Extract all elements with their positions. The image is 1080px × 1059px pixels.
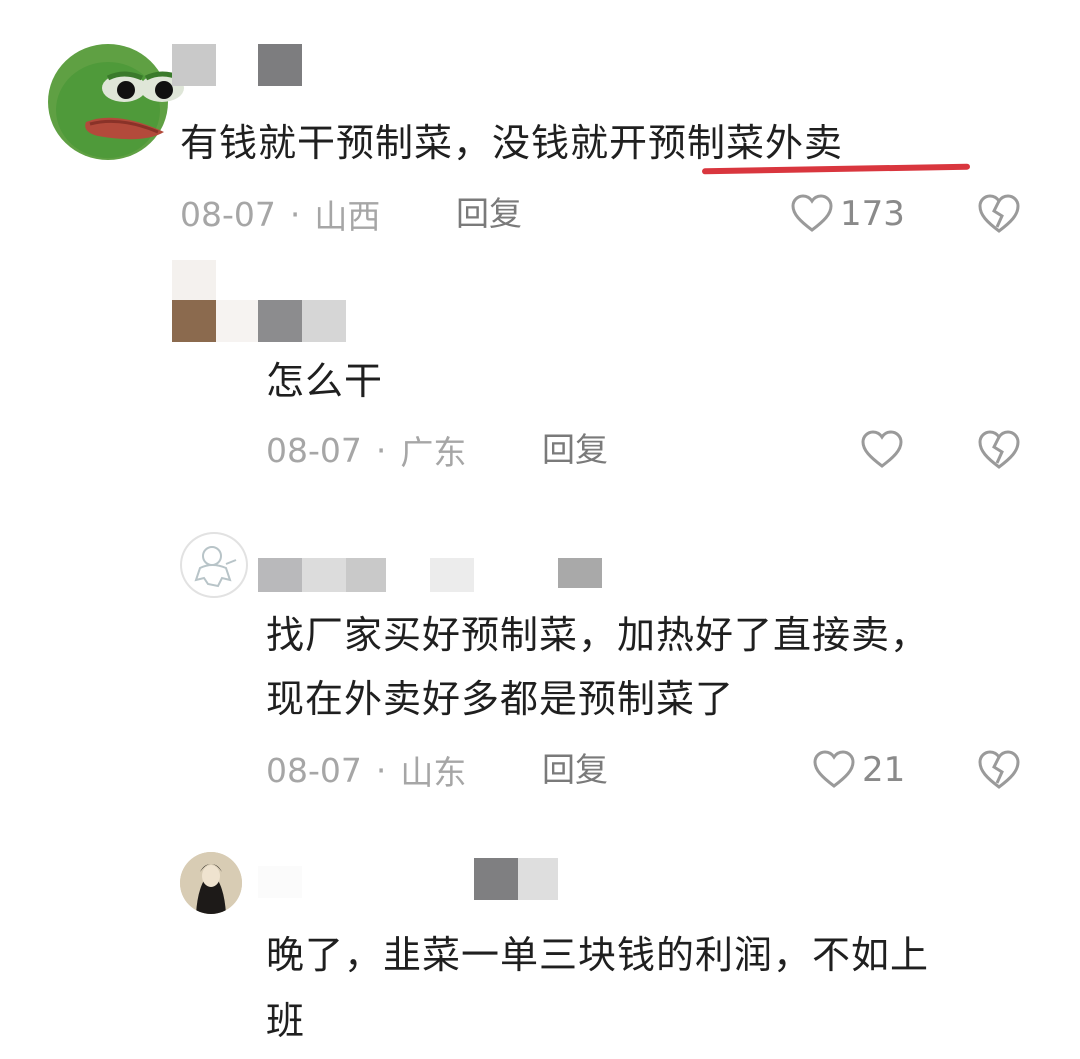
username-redacted (474, 858, 518, 900)
reply-button[interactable]: 回复 (456, 192, 522, 236)
comment-text-line: 晚了，韭菜一单三块钱的利润，不如上 (266, 933, 930, 977)
avatar-redacted[interactable] (172, 260, 216, 300)
dislike-button[interactable] (976, 750, 1022, 794)
avatar-redacted (172, 300, 216, 342)
avatar-portrait[interactable] (180, 852, 242, 914)
heart-outline-icon (791, 194, 833, 232)
comment-text-line: 现在外卖好多都是预制菜了 (266, 677, 735, 721)
separator: · (289, 194, 301, 234)
comment-date: 08-07 (180, 194, 276, 234)
comment-location: 山东 (400, 753, 467, 792)
avatar-sketch[interactable] (180, 532, 248, 598)
dislike-button[interactable] (976, 194, 1022, 238)
like-count: 21 (862, 750, 906, 790)
comment-meta: 08-07 · 广东 (266, 428, 467, 473)
broken-heart-icon (978, 430, 1020, 469)
heart-outline-icon (861, 430, 903, 468)
comment-meta: 08-07 · 山西 (180, 192, 381, 237)
username-redacted (302, 300, 346, 342)
reply-button[interactable]: 回复 (542, 428, 608, 472)
separator: · (375, 430, 387, 470)
reply-button[interactable]: 回复 (542, 748, 608, 792)
comment-text: 有钱就干预制菜，没钱就开预制菜外卖 (180, 121, 844, 165)
username-redacted (258, 44, 302, 86)
comment-meta: 08-07 · 山东 (266, 748, 467, 793)
like-count: 173 (840, 194, 905, 234)
avatar-redacted (216, 300, 260, 342)
separator: · (375, 750, 387, 790)
username-redacted (558, 558, 602, 588)
username-redacted (430, 558, 474, 592)
broken-heart-icon (978, 750, 1020, 789)
avatar-frog[interactable] (46, 40, 186, 164)
heart-outline-icon (813, 750, 855, 788)
dislike-button[interactable] (976, 430, 1022, 474)
username-redacted (518, 858, 558, 900)
username-redacted (302, 558, 346, 592)
like-button[interactable] (860, 428, 910, 472)
comment-date: 08-07 (266, 430, 362, 470)
comment-date: 08-07 (266, 750, 362, 790)
username-redacted (258, 558, 302, 592)
comment-location: 山西 (314, 197, 381, 236)
comment-text: 怎么干 (266, 359, 384, 403)
username-redacted (258, 866, 302, 898)
username-redacted (172, 44, 216, 86)
comment-location: 广东 (400, 433, 467, 472)
username-redacted (346, 558, 386, 592)
broken-heart-icon (978, 194, 1020, 233)
like-button[interactable]: 173 (790, 192, 905, 236)
like-button[interactable]: 21 (812, 748, 905, 792)
comment-text-line: 找厂家买好预制菜，加热好了直接卖， (266, 613, 930, 657)
username-redacted (258, 300, 302, 342)
comment-text-line: 班 (266, 999, 306, 1043)
